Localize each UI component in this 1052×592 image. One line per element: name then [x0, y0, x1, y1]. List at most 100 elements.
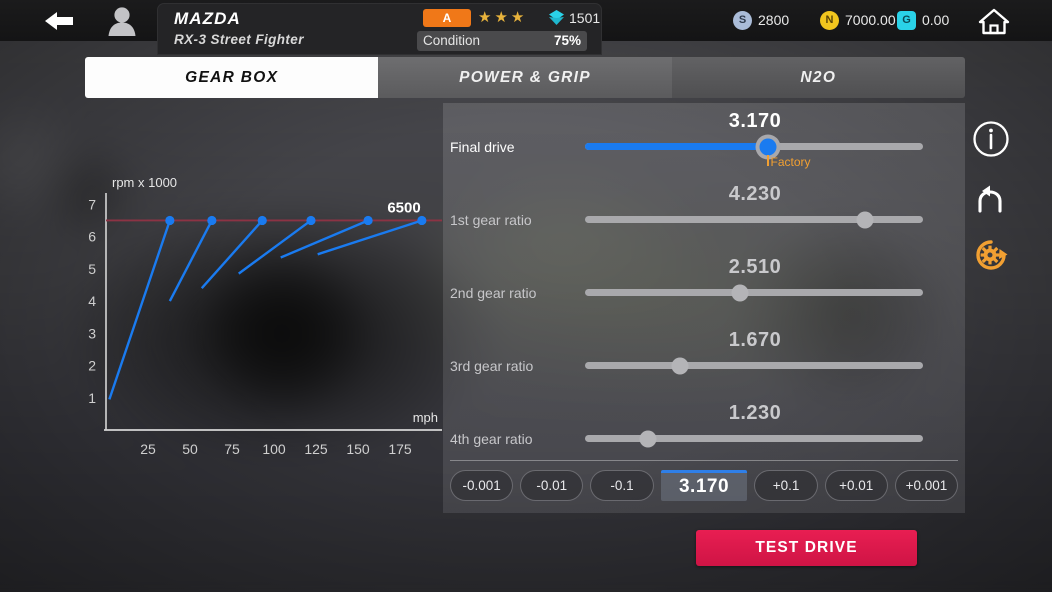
chart-y-tick: 3: [88, 325, 96, 341]
slider-value: 1.670: [728, 329, 782, 351]
tab-n2o[interactable]: N2O: [671, 57, 965, 98]
chart-x-tick: 50: [182, 441, 198, 457]
tab-gear-box[interactable]: GEAR BOX: [85, 57, 379, 98]
slider-label: 4th gear ratio: [450, 431, 533, 447]
slider-value: 3.170: [728, 110, 782, 132]
adjuster-step-button[interactable]: -0.1: [590, 470, 654, 501]
slider-track[interactable]: [585, 134, 923, 159]
slider-row: 3rd gear ratio 1.670: [443, 322, 965, 388]
chart-gear-line: [108, 220, 171, 400]
star-icon: ★: [478, 9, 492, 26]
chart-x-tick: 125: [304, 441, 328, 457]
car-model: RX-3 Street Fighter: [174, 32, 304, 47]
adjuster-row: -0.001 -0.01 -0.1 3.170 +0.1 +0.01 +0.001: [450, 470, 959, 504]
chart-gear-endpoint: [306, 215, 316, 226]
tab-power-and-grip[interactable]: POWER & GRIP: [378, 57, 672, 98]
adjuster-step-button[interactable]: -0.001: [450, 470, 514, 501]
chart-gear-endpoint: [363, 215, 373, 226]
chart-y-tick: 7: [88, 196, 96, 212]
chart-y-axis-label: rpm x 1000: [112, 175, 177, 190]
chart-gear-line: [238, 219, 312, 275]
slider-label: 2nd gear ratio: [450, 285, 537, 301]
adjuster-step-button[interactable]: +0.01: [824, 470, 888, 501]
adjuster-separator: [450, 460, 958, 461]
rank-shield-icon: [548, 9, 565, 27]
chart-gear-endpoint: [165, 215, 175, 226]
chart-y-tick: 6: [88, 229, 96, 245]
currency-gold[interactable]: N 7000.00: [820, 8, 896, 32]
slider-thumb[interactable]: [731, 284, 749, 301]
chart-y-tick: 1: [88, 390, 96, 406]
slider-track[interactable]: [585, 211, 923, 228]
car-star-rating: ★ ★ ★: [478, 9, 524, 27]
undo-icon[interactable]: [968, 168, 1014, 226]
car-class-badge: A: [423, 9, 471, 27]
test-drive-button[interactable]: TEST DRIVE: [696, 530, 917, 566]
profile-avatar-icon[interactable]: [106, 6, 138, 36]
slider-label: 3rd gear ratio: [450, 358, 534, 374]
chart-gear-line: [317, 219, 423, 256]
silver-amount: 2800: [758, 12, 790, 28]
slider-value: 1.230: [728, 402, 782, 424]
auto-tune-gear-icon[interactable]: [968, 226, 1014, 284]
adjuster-step-button[interactable]: +0.001: [894, 470, 959, 501]
gold-amount: 7000.00: [845, 12, 896, 28]
slider-thumb[interactable]: [639, 430, 657, 447]
chart-x-tick: 175: [388, 441, 412, 457]
chart-x-tick: 100: [262, 441, 286, 457]
home-icon[interactable]: [978, 7, 1010, 35]
factory-marker: Factory: [766, 155, 811, 169]
rank-value: 1501: [569, 10, 601, 26]
slider-row: 4th gear ratio 1.230: [443, 395, 965, 461]
slider-row: 2nd gear ratio 2.510: [443, 249, 965, 315]
slider-value: 4.230: [728, 183, 782, 205]
top-bar: MAZDA RX-3 Street Fighter A ★ ★ ★ 1501 C…: [0, 0, 1052, 55]
adjuster-current-value[interactable]: 3.170: [660, 470, 748, 501]
slider-thumb-core: [759, 138, 777, 155]
gear-ratio-chart: rpm x 1000 7 6 5 4 3 2 1 25 50 75 100 125 150 175 mph 65…: [70, 165, 450, 485]
chart-y-tick: 2: [88, 358, 96, 374]
chart-x-tick: 25: [140, 441, 156, 457]
slider-value: 2.510: [728, 256, 782, 278]
adjuster-step-button[interactable]: +0.1: [754, 470, 818, 501]
gem-amount: 0.00: [922, 12, 950, 28]
car-make: MAZDA: [174, 9, 241, 28]
tab-bar: GEAR BOX POWER & GRIP N2O: [85, 57, 965, 98]
chart-x-tick: 150: [346, 441, 370, 457]
condition-value: 75%: [553, 33, 581, 48]
gold-coin-icon: N: [820, 10, 839, 30]
chart-gear-endpoint: [417, 215, 427, 226]
slider-track[interactable]: [585, 430, 923, 447]
slider-thumb[interactable]: [671, 357, 689, 374]
chart-y-tick: 4: [88, 293, 96, 309]
currency-silver[interactable]: S 2800: [733, 8, 789, 32]
chart-gear-line: [200, 219, 264, 289]
star-icon: ★: [510, 9, 525, 26]
condition-label: Condition: [423, 33, 481, 48]
silver-coin-icon: S: [733, 10, 752, 30]
slider-fill: [585, 143, 768, 150]
slider-row: Final drive 3.170 Factory: [443, 103, 965, 169]
side-action-rail: [968, 110, 1014, 284]
slider-thumb[interactable]: [856, 211, 874, 228]
factory-label: Factory: [770, 155, 811, 169]
chart-redline-label: 6500: [387, 199, 420, 216]
chart-y-tick: 5: [88, 261, 96, 277]
condition-bar: Condition 75%: [417, 31, 587, 51]
chart-gear-endpoint: [257, 215, 267, 226]
slider-track[interactable]: [585, 284, 923, 301]
back-arrow-icon[interactable]: [40, 7, 80, 35]
chart-x-tick: 75: [224, 441, 240, 457]
slider-label: Final drive: [450, 139, 515, 155]
currency-gem[interactable]: G 0.00: [897, 8, 949, 32]
tuning-panel: Final drive 3.170 Factory 1st gear ratio 4.2…: [443, 103, 965, 513]
gem-coin-icon: G: [897, 10, 916, 30]
info-icon[interactable]: [968, 110, 1014, 168]
car-info-card[interactable]: MAZDA RX-3 Street Fighter A ★ ★ ★ 1501 C…: [157, 3, 602, 55]
slider-row: 1st gear ratio 4.230: [443, 176, 965, 242]
adjuster-step-button[interactable]: -0.01: [520, 470, 584, 501]
chart-gear-line: [168, 219, 213, 302]
star-icon: ★: [494, 9, 508, 26]
slider-track[interactable]: [585, 357, 923, 374]
chart-gear-endpoint: [207, 215, 217, 226]
